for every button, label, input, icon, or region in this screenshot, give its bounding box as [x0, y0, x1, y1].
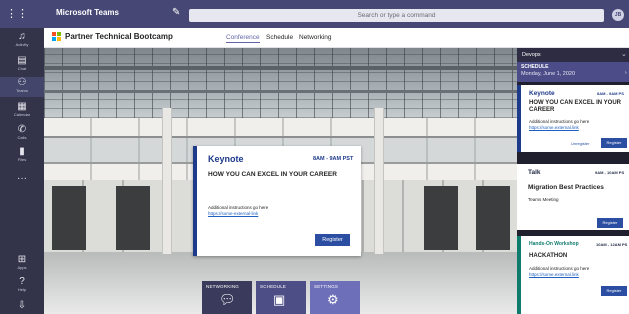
download-icon[interactable]: ⇩	[0, 300, 44, 311]
session-type: Keynote	[529, 90, 555, 97]
schedule-label: SCHEDULE	[521, 64, 549, 70]
chevron-right-icon[interactable]: ›	[625, 70, 627, 76]
top-bar: ⋮⋮ Microsoft Teams ✎ Search or type a co…	[0, 0, 629, 28]
external-link[interactable]: https://some-external-link	[208, 211, 258, 216]
chevron-down-icon[interactable]: ⌄	[621, 50, 627, 58]
rail-item-chat[interactable]: ▤ Chat	[0, 55, 44, 71]
session-type: Hands-On Workshop	[529, 241, 579, 247]
rail-item-calls[interactable]: ✆ Calls	[0, 124, 44, 140]
file-icon: ▮	[19, 146, 25, 157]
session-info: Additional instructions go here	[208, 205, 269, 210]
rail-item-calendar[interactable]: ▦ Calendar	[0, 101, 44, 117]
networking-tile[interactable]: NETWORKING 💬︎	[202, 281, 252, 314]
settings-tile[interactable]: SETTINGS ⚙	[310, 281, 360, 314]
register-button[interactable]: Register	[315, 234, 350, 246]
channel-header: Partner Technical Bootcamp Conference Sc…	[44, 28, 629, 48]
register-button[interactable]: Register	[597, 218, 623, 228]
rail-item-teams[interactable]: ⚇ Teams	[0, 77, 44, 97]
schedule-tile[interactable]: SCHEDULE ▣	[256, 281, 306, 314]
session-time: 8AM - 9AM PST	[313, 156, 354, 162]
teams-icon: ⚇	[17, 77, 27, 88]
schedule-date: Monday, June 1, 2020	[521, 71, 576, 77]
channel-title: Partner Technical Bootcamp	[65, 32, 173, 41]
unregister-link[interactable]: Unregister	[571, 141, 589, 146]
more-apps-icon[interactable]: ···	[0, 173, 44, 184]
session-time: 10AM - 12AM PS	[596, 242, 628, 247]
session-type: Talk	[528, 169, 541, 176]
bell-icon: ♫	[18, 31, 26, 42]
phone-icon: ✆	[17, 124, 27, 135]
session-title: HOW YOU CAN EXCEL IN YOUR CAREER	[208, 171, 337, 178]
app-rail: ♫ Activity ▤ Chat ⚇ Teams ▦ Calendar ✆ C…	[0, 28, 44, 314]
compose-icon[interactable]: ✎	[172, 7, 180, 19]
schedule-sidebar: Devops ⌄ SCHEDULE Monday, June 1, 2020 ›…	[517, 48, 629, 314]
session-card: Talk 9AM - 10AM PS Migration Best Practi…	[517, 164, 629, 230]
session-info: Teams Meeting	[528, 197, 559, 202]
rail-label: Files	[17, 157, 27, 162]
register-button[interactable]: Register	[601, 138, 627, 148]
tile-label: SCHEDULE	[260, 284, 287, 289]
session-card: Hands-On Workshop 10AM - 12AM PS HACKATH…	[517, 236, 629, 314]
rail-item-apps[interactable]: ⊞ Apps	[0, 254, 44, 270]
session-title: Migration Best Practices	[528, 184, 604, 191]
session-time: 8AM - 9AM PS	[597, 91, 624, 96]
search-input[interactable]: Search or type a command	[189, 9, 604, 22]
register-button[interactable]: Register	[601, 286, 627, 296]
schedule-header: SCHEDULE Monday, June 1, 2020 ›	[517, 62, 629, 82]
tab-schedule[interactable]: Schedule	[266, 34, 293, 41]
calendar-star-icon: ▣	[273, 292, 286, 307]
help-icon: ?	[19, 276, 25, 287]
session-title: HACKATHON	[529, 253, 568, 259]
session-type: Keynote	[208, 154, 244, 164]
microsoft-logo-icon	[52, 32, 61, 41]
chat-bubbles-icon: 💬︎	[219, 292, 236, 307]
session-card: Keynote 8AM - 9AM PS HOW YOU CAN EXCEL I…	[517, 85, 629, 152]
user-settings-icon: ⚙	[327, 292, 339, 307]
rail-item-activity[interactable]: ♫ Activity	[0, 31, 44, 47]
session-time: 9AM - 10AM PS	[595, 170, 625, 175]
rail-item-help[interactable]: ? Help	[0, 276, 44, 292]
apps-icon: ⊞	[17, 254, 27, 265]
rail-label: Teams	[16, 88, 28, 93]
calendar-icon: ▦	[17, 101, 27, 112]
tab-conference[interactable]: Conference	[226, 34, 260, 43]
session-info: Additional instructions go here	[529, 266, 590, 271]
session-title: HOW YOU CAN EXCEL IN YOUR CAREER	[529, 100, 622, 113]
rail-label: Apps	[17, 265, 27, 270]
rail-label: Activity	[15, 42, 29, 47]
rail-label: Calendar	[13, 112, 31, 117]
sidebar-title: Devops	[522, 52, 541, 58]
tile-label: NETWORKING	[206, 284, 239, 289]
keynote-card: Keynote 8AM - 9AM PST HOW YOU CAN EXCEL …	[193, 146, 361, 256]
tab-networking[interactable]: Networking	[299, 34, 332, 41]
avatar[interactable]: JB	[612, 9, 624, 21]
session-info: Additional instructions go here	[529, 119, 590, 124]
app-title: Microsoft Teams	[56, 8, 119, 17]
rail-label: Help	[17, 287, 27, 292]
rail-item-files[interactable]: ▮ Files	[0, 146, 44, 162]
rail-label: Calls	[17, 135, 27, 140]
external-link[interactable]: https://some.external.link	[529, 272, 579, 277]
external-link[interactable]: https://some.external.link	[529, 125, 579, 130]
chat-icon: ▤	[17, 55, 27, 66]
glass-roof	[44, 48, 517, 118]
tile-label: SETTINGS	[314, 284, 339, 289]
app-launcher-icon[interactable]: ⋮⋮	[6, 7, 28, 21]
rail-label: Chat	[17, 66, 27, 71]
